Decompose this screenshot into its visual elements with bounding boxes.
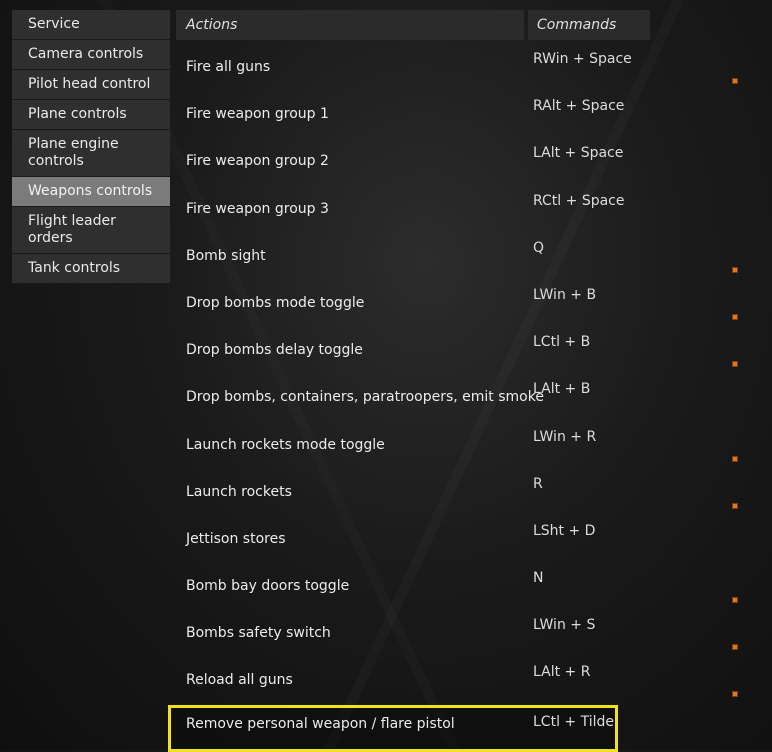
modified-marker-icon: [732, 313, 738, 320]
binding-row[interactable]: Fire weapon group 1 RAlt + Space: [176, 91, 772, 138]
menu-item-service[interactable]: Service: [12, 10, 170, 40]
binding-row[interactable]: Fire weapon group 2 LAlt + Space: [176, 138, 772, 185]
action-label: Drop bombs, containers, paratroopers, em…: [186, 389, 544, 406]
binding-row[interactable]: Launch rockets R: [176, 469, 772, 516]
action-label: Fire weapon group 3: [186, 200, 329, 217]
command-binding[interactable]: LWin + S: [533, 610, 653, 641]
binding-row[interactable]: Fire weapon group 3 RCtl + Space: [176, 186, 772, 233]
action-label: Remove personal weapon / flare pistol: [186, 715, 455, 732]
binding-row[interactable]: Drop bombs delay toggle LCtl + B: [176, 327, 772, 374]
menu-item-plane-engine-controls[interactable]: Plane engine controls: [12, 130, 170, 177]
binding-row[interactable]: Bomb bay doors toggle N: [176, 563, 772, 610]
command-binding[interactable]: LAlt + B: [533, 374, 653, 405]
action-label: Drop bombs mode toggle: [186, 294, 365, 311]
action-label: Fire all guns: [186, 59, 271, 75]
modified-marker-icon: [732, 597, 738, 604]
command-binding[interactable]: RCtl + Space: [533, 186, 653, 217]
action-label: Reload all guns: [186, 672, 293, 689]
actions-column-header: Actions: [176, 10, 524, 40]
binding-row[interactable]: Bombs safety switch LWin + S: [176, 610, 772, 657]
binding-row[interactable]: Jettison stores LSht + D: [176, 516, 772, 563]
action-label: Launch rockets mode toggle: [186, 436, 385, 453]
modified-marker-icon: [732, 361, 738, 368]
binding-row[interactable]: Drop bombs, containers, paratroopers, em…: [176, 374, 772, 421]
commands-column-header: Commands: [528, 10, 650, 40]
action-label: Fire weapon group 1: [186, 106, 329, 123]
binding-row[interactable]: Drop bombs mode toggle LWin + B: [176, 280, 772, 327]
binding-row[interactable]: Bomb sight Q: [176, 233, 772, 280]
menu-item-pilot-head-control[interactable]: Pilot head control: [12, 70, 170, 100]
key-bindings-table: Actions Commands Fire all guns RWin + Sp…: [168, 10, 772, 752]
command-binding[interactable]: LCtl + Tilde: [533, 705, 653, 739]
action-label: Jettison stores: [186, 530, 286, 547]
command-binding[interactable]: LWin + B: [533, 280, 653, 311]
modified-marker-icon: [732, 644, 738, 651]
action-label: Drop bombs delay toggle: [186, 342, 363, 359]
command-binding[interactable]: N: [533, 563, 653, 594]
modified-marker-icon: [732, 691, 738, 698]
binding-row-selected[interactable]: Remove personal weapon / flare pistol LC…: [168, 704, 618, 752]
binding-row[interactable]: Fire all guns RWin + Space: [176, 44, 772, 91]
command-binding[interactable]: LSht + D: [533, 516, 653, 547]
modified-marker-icon: [732, 78, 738, 84]
menu-item-weapons-controls[interactable]: Weapons controls: [12, 177, 170, 207]
command-binding[interactable]: LCtl + B: [533, 327, 653, 358]
modified-marker-icon: [732, 502, 738, 509]
command-binding[interactable]: Q: [533, 233, 653, 264]
command-binding[interactable]: RWin + Space: [533, 44, 653, 75]
command-binding[interactable]: LAlt + Space: [533, 138, 653, 169]
action-label: Bomb bay doors toggle: [186, 578, 350, 595]
menu-item-tank-controls[interactable]: Tank controls: [12, 254, 170, 284]
binding-rows: Fire all guns RWin + Space Fire weapon g…: [168, 44, 772, 752]
action-label: Fire weapon group 2: [186, 153, 329, 170]
binding-row[interactable]: Launch rockets mode toggle LWin + R: [176, 422, 772, 469]
modified-marker-icon: [732, 266, 738, 273]
command-binding[interactable]: R: [533, 469, 653, 500]
menu-item-camera-controls[interactable]: Camera controls: [12, 40, 170, 70]
action-label: Bombs safety switch: [186, 625, 331, 642]
binding-row[interactable]: Reload all guns LAlt + R: [176, 657, 772, 704]
command-binding[interactable]: LAlt + R: [533, 657, 653, 688]
modified-marker-icon: [732, 455, 738, 462]
command-binding[interactable]: LWin + R: [533, 422, 653, 453]
command-binding[interactable]: RAlt + Space: [533, 91, 653, 122]
action-label: Bomb sight: [186, 247, 266, 264]
menu-item-plane-controls[interactable]: Plane controls: [12, 100, 170, 130]
menu-item-flight-leader-orders[interactable]: Flight leader orders: [12, 207, 170, 254]
controls-category-menu: Service Camera controls Pilot head contr…: [12, 10, 170, 284]
action-label: Launch rockets: [186, 483, 292, 500]
